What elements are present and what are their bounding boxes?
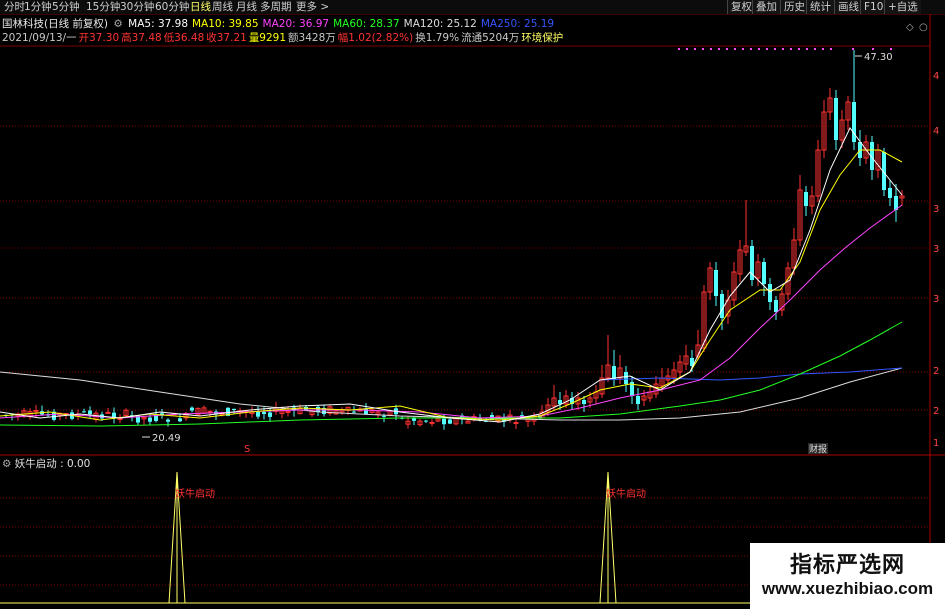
indicator-title-text: 妖牛启动 : 0.00	[14, 458, 91, 470]
top-marker-dot	[678, 48, 680, 50]
axis-label-6: 2	[933, 406, 939, 417]
high-price-label: 47.30	[864, 52, 893, 63]
top-marker-dot	[742, 48, 744, 50]
candle-body-down	[768, 284, 772, 302]
ma5-line	[0, 127, 903, 423]
top-marker-dot	[822, 48, 824, 50]
ma10-line	[0, 149, 903, 421]
top-marker-dot	[814, 48, 816, 50]
candle-body-down	[804, 192, 808, 206]
candle-body-up	[285, 410, 291, 413]
low-price-label: 20.49	[152, 433, 181, 444]
top-marker-dot	[852, 48, 854, 50]
top-marker-dot	[718, 48, 720, 50]
ma250-line	[599, 367, 903, 381]
candle-body-down	[166, 419, 170, 422]
top-marker-dot	[702, 48, 704, 50]
indicator-title: ⚙ 妖牛启动 : 0.00	[2, 457, 90, 471]
top-marker-dot	[872, 48, 874, 50]
top-marker-dot	[774, 48, 776, 50]
candle-body-down	[714, 270, 718, 296]
signal-label-0: 妖牛启动	[175, 487, 215, 500]
candle-body-down	[88, 410, 92, 415]
candle-body-up	[117, 418, 123, 421]
candle-body-down	[888, 188, 892, 198]
top-marker-dot	[750, 48, 752, 50]
candle-body-down	[256, 411, 260, 417]
axis-label-1: 4	[933, 126, 939, 137]
top-marker-dot	[758, 48, 760, 50]
kline-chart[interactable]: 4 4 3 3 3 2 2 1 ◇ ○ 47.30 20.49 S 财报妖牛启动 妖牛启动	[0, 0, 945, 609]
top-marker-dot	[890, 48, 892, 50]
close-icon[interactable]: ○	[919, 22, 928, 33]
top-marker-dot	[726, 48, 728, 50]
expand-icon[interactable]: ◇	[906, 22, 914, 33]
candle-body-down	[82, 411, 86, 413]
top-marker-dot	[686, 48, 688, 50]
candle-body-down	[190, 407, 194, 411]
top-marker-dot	[798, 48, 800, 50]
axis-label-3: 3	[933, 244, 939, 255]
site-watermark: 指标严选网 www.xuezhibiao.com	[750, 543, 945, 609]
indicator-settings-icon[interactable]: ⚙	[2, 458, 11, 470]
watermark-url: www.xuezhibiao.com	[761, 579, 934, 598]
candle-body-down	[178, 418, 182, 422]
candle-body-up	[429, 421, 435, 424]
ma120-line	[0, 367, 903, 421]
axis-label-4: 3	[933, 294, 939, 305]
candle-body-down	[442, 418, 446, 425]
candle-body-down	[382, 415, 386, 417]
axis-label-7: 1	[933, 438, 939, 449]
axis-label-0: 4	[933, 71, 939, 82]
candle-body-down	[624, 372, 628, 384]
candle-body-down	[774, 300, 778, 312]
signal-label-1: 妖牛启动	[606, 487, 646, 500]
axis-label-5: 2	[933, 366, 939, 377]
ma20-line	[0, 204, 903, 419]
candle-body-down	[262, 411, 266, 415]
candle-body-down	[352, 411, 356, 413]
candle-body-down	[762, 262, 766, 284]
top-marker-dot	[694, 48, 696, 50]
candle-body-down	[268, 412, 272, 417]
report-marker: 财报	[809, 443, 827, 455]
watermark-title: 指标严选网	[789, 553, 905, 578]
top-marker-dot	[806, 48, 808, 50]
top-marker-dot	[766, 48, 768, 50]
candle-body-down	[148, 417, 152, 422]
top-marker-dot	[734, 48, 736, 50]
candle-body-down	[582, 400, 586, 404]
candle-body-down	[448, 419, 452, 424]
candle-body-down	[720, 294, 724, 318]
candle-body-up	[105, 411, 111, 414]
candle-body-down	[558, 400, 562, 404]
candle-body-down	[636, 396, 640, 404]
candle-body-down	[424, 420, 428, 422]
axis-label-2: 3	[933, 204, 939, 215]
candle-body-up	[513, 422, 519, 425]
candle-body-down	[232, 408, 236, 411]
candle-body-up	[207, 410, 213, 413]
top-marker-dot	[710, 48, 712, 50]
top-marker-dot	[830, 48, 832, 50]
top-marker-dot	[782, 48, 784, 50]
top-marker-dot	[790, 48, 792, 50]
s-marker: S	[244, 444, 250, 455]
candle-body-down	[834, 98, 838, 140]
